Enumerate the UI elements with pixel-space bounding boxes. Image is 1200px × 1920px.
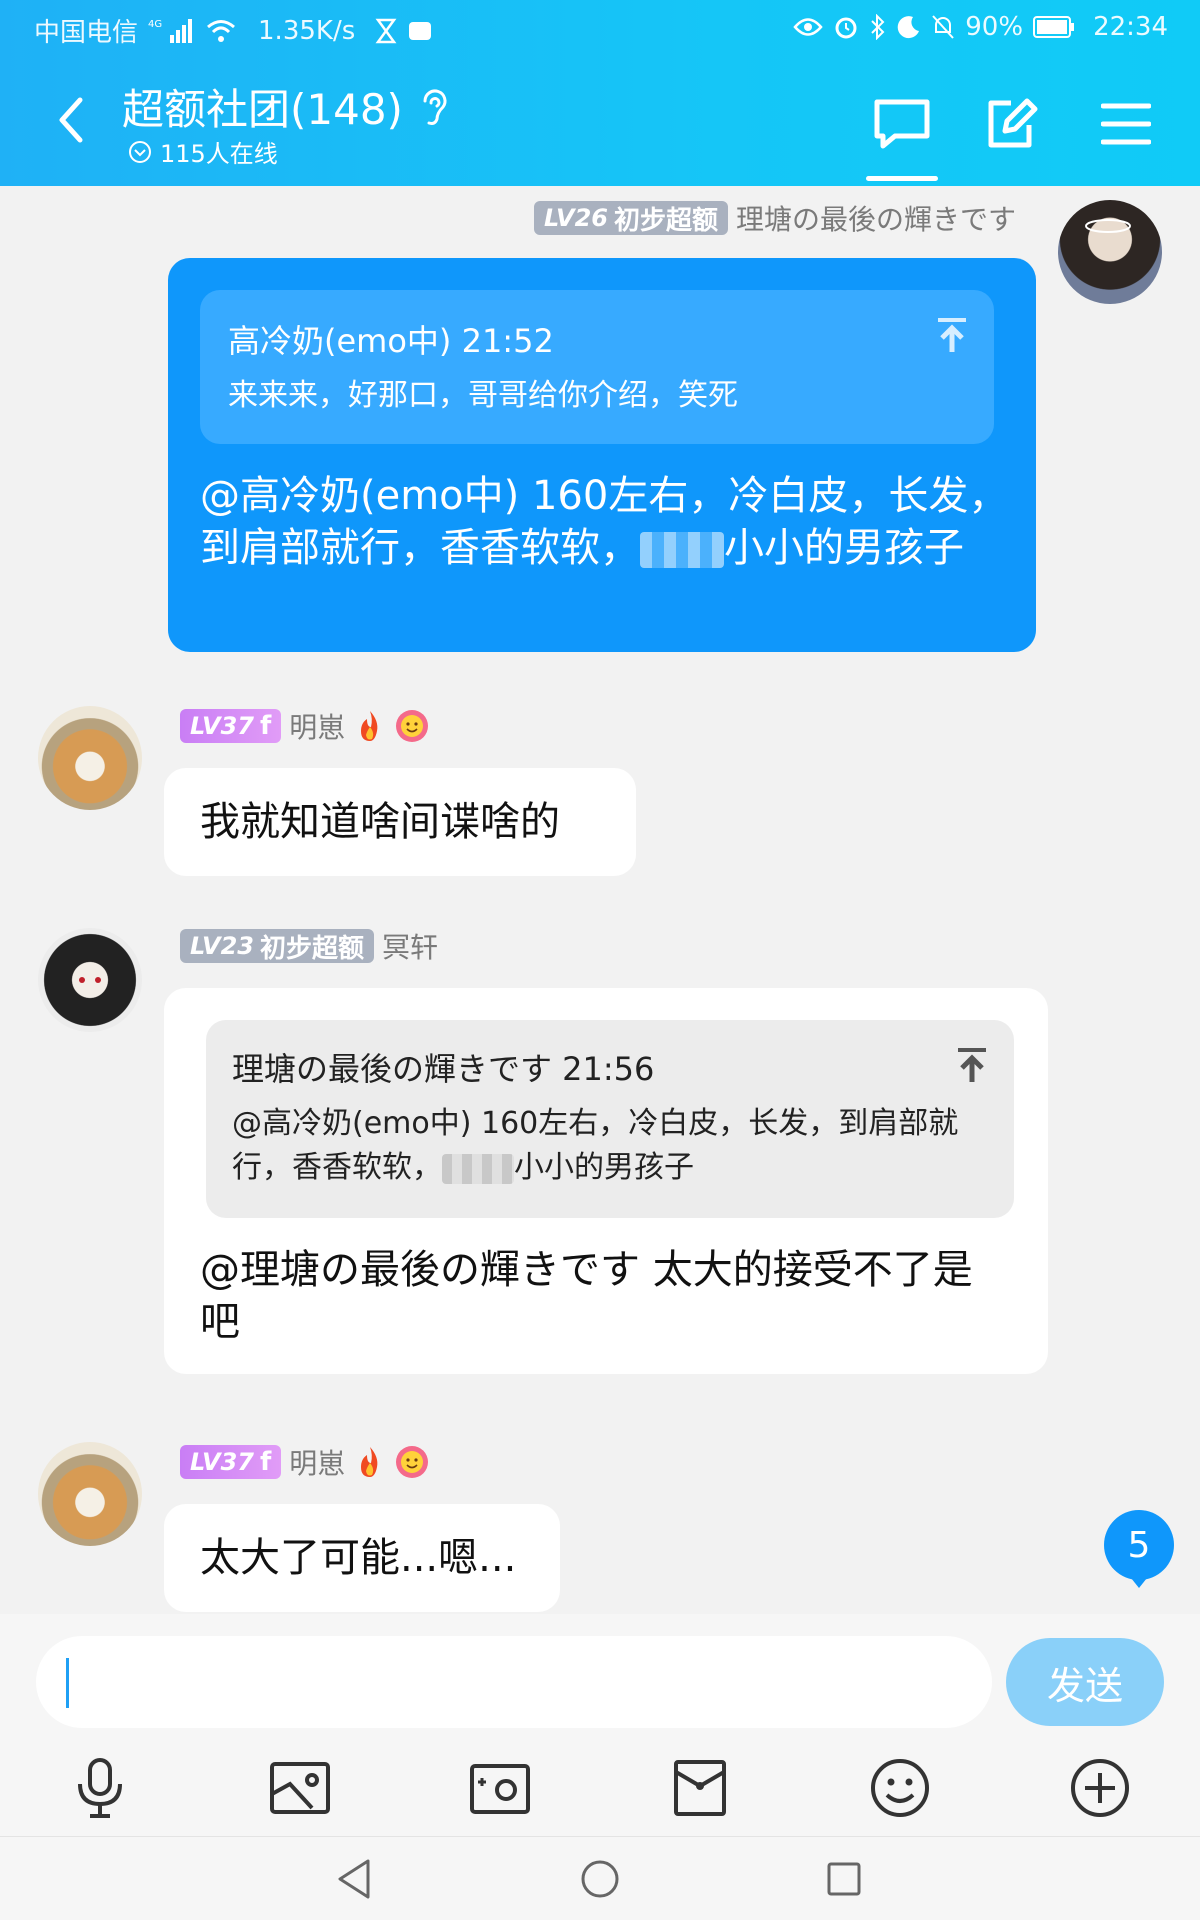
send-button[interactable]: 发送 — [1006, 1638, 1164, 1726]
network-speed: 1.35K/s — [258, 15, 356, 46]
alarm-icon — [833, 14, 859, 40]
message-bubble[interactable]: 高冷奶(emo中) 21:52 来来来，好那口，哥哥给你介绍，笑死 @高冷奶(e… — [168, 258, 1036, 652]
sender-name: 理塘の最後の輝きです — [735, 203, 1016, 236]
mute-bell-icon — [931, 14, 955, 40]
hourglass-icon — [375, 18, 397, 44]
menu-button[interactable] — [1094, 94, 1158, 154]
message-list[interactable]: LV26 初步超额 理塘の最後の輝きです 高冷奶(emo中) 21:52 来来来，… — [0, 186, 1200, 1614]
svg-text:4G: 4G — [148, 19, 162, 30]
back-triangle-icon — [338, 1859, 370, 1899]
sender-name: 明崽 — [289, 711, 346, 744]
avatar[interactable] — [38, 928, 142, 1032]
message-bubble[interactable]: 理塘の最後の輝きです 21:56 @高冷奶(emo中) 160左右，冷白皮，长发… — [164, 988, 1048, 1374]
message-bubble[interactable]: 我就知道啥间谍啥的 — [164, 768, 636, 876]
text-caret — [66, 1658, 69, 1708]
smile-badge-icon — [396, 710, 429, 742]
level-badge: LV37 f — [180, 709, 282, 743]
battery-icon — [1033, 15, 1075, 39]
group-name: 超额社团(148) — [122, 85, 403, 134]
emoji-button[interactable] — [864, 1752, 936, 1824]
avatar-eyes — [79, 977, 101, 983]
system-navigation-bar — [0, 1836, 1200, 1920]
signal-icon: 4G — [148, 17, 196, 45]
sender-name: 明崽 — [289, 1447, 346, 1480]
avatar[interactable] — [38, 706, 142, 810]
level-badge: LV37 f — [180, 1445, 282, 1479]
eye-icon — [793, 16, 823, 38]
blurred-redaction — [640, 532, 724, 568]
red-packet-icon — [674, 1760, 726, 1816]
active-tab-indicator — [866, 176, 938, 181]
sender-row: LV23 初步超额 冥轩 — [180, 926, 438, 966]
chat-tab-button[interactable] — [870, 94, 934, 154]
camera-icon — [470, 1764, 530, 1814]
quote-header: 理塘の最後の輝きです 21:56 — [232, 1050, 655, 1088]
image-icon — [270, 1762, 330, 1814]
carrier-label: 中国电信 — [34, 18, 139, 48]
more-button[interactable] — [1064, 1752, 1136, 1824]
quote-body: 来来来，好那口，哥哥给你介绍，笑死 — [228, 378, 738, 413]
camera-button[interactable] — [464, 1752, 536, 1824]
emoji-icon — [871, 1759, 929, 1817]
bluetooth-icon — [869, 14, 887, 40]
nav-home-button[interactable] — [576, 1855, 624, 1903]
blurred-redaction — [442, 1153, 514, 1184]
unread-count-badge[interactable]: 5 — [1104, 1510, 1174, 1588]
edit-icon — [988, 98, 1038, 148]
edit-button[interactable] — [980, 94, 1044, 154]
input-bar: 发送 — [0, 1614, 1200, 1836]
jump-to-top-icon — [958, 1048, 986, 1082]
microphone-icon — [78, 1758, 122, 1818]
back-icon — [59, 97, 83, 143]
wifi-icon — [206, 18, 236, 44]
nav-back-button[interactable] — [330, 1855, 378, 1903]
clock: 22:34 — [1093, 12, 1168, 42]
level-badge: LV26 初步超额 — [534, 201, 728, 236]
menu-icon — [1101, 103, 1151, 145]
message-input[interactable] — [36, 1636, 992, 1728]
online-check-icon — [129, 140, 151, 163]
chat-header: 中国电信 4G 1.35K/s 90% 22:34 超额社团(148) 115人… — [0, 0, 1200, 186]
battery-percent: 90% — [965, 12, 1024, 42]
message-text: 我就知道啥间谍啥的 — [200, 799, 560, 845]
avatar[interactable] — [38, 1442, 142, 1546]
online-status: 115人在线 — [128, 134, 278, 169]
jump-to-top-icon — [938, 318, 966, 352]
back-button[interactable] — [50, 92, 94, 148]
sender-row: LV37 f 明崽 — [180, 706, 429, 746]
sender-row: LV26 初步超额 理塘の最後の輝きです — [534, 198, 1016, 238]
fire-icon — [361, 711, 378, 741]
sender-name: 冥轩 — [381, 931, 438, 964]
sender-row: LV37 f 明崽 — [180, 1442, 429, 1482]
avatar-halo — [1085, 219, 1131, 233]
chat-title[interactable]: 超额社团(148) — [122, 76, 451, 137]
message-text: 太大了可能...嗯... — [200, 1535, 517, 1581]
online-count: 115人在线 — [160, 140, 278, 168]
level-badge: LV23 初步超额 — [180, 929, 374, 964]
message-bubble[interactable]: 太大了可能...嗯... — [164, 1504, 560, 1612]
image-button[interactable] — [264, 1752, 336, 1824]
fire-icon — [361, 1447, 378, 1477]
recents-square-icon — [827, 1862, 861, 1896]
quoted-reply[interactable]: 理塘の最後の輝きです 21:56 @高冷奶(emo中) 160左右，冷白皮，长发… — [206, 1020, 1014, 1218]
red-packet-button[interactable] — [664, 1752, 736, 1824]
status-bar: 中国电信 4G 1.35K/s 90% 22:34 — [0, 0, 1200, 56]
avatar[interactable] — [1058, 200, 1162, 304]
home-circle-icon — [581, 1860, 619, 1898]
message-text: @高冷奶(emo中) 160左右，冷白皮，长发，到肩部就行，香香软软， 小小的男孩… — [200, 473, 1009, 571]
quote-header: 高冷奶(emo中) 21:52 — [228, 322, 554, 360]
moon-icon — [897, 15, 921, 39]
voice-button[interactable] — [64, 1752, 136, 1824]
smile-badge-icon — [396, 1446, 429, 1478]
ear-icon — [423, 89, 447, 125]
quoted-reply[interactable]: 高冷奶(emo中) 21:52 来来来，好那口，哥哥给你介绍，笑死 — [200, 290, 994, 444]
chat-icon — [874, 99, 930, 149]
quote-body: @高冷奶(emo中) 160左右，冷白皮，长发，到肩部就行，香香软软， 小小的男孩… — [232, 1106, 959, 1185]
app-notification-icon — [407, 18, 433, 44]
message-text: @理塘の最後の輝きです 太大的接受不了是吧 — [200, 1247, 973, 1345]
plus-icon — [1071, 1759, 1129, 1817]
nav-recents-button[interactable] — [820, 1855, 868, 1903]
